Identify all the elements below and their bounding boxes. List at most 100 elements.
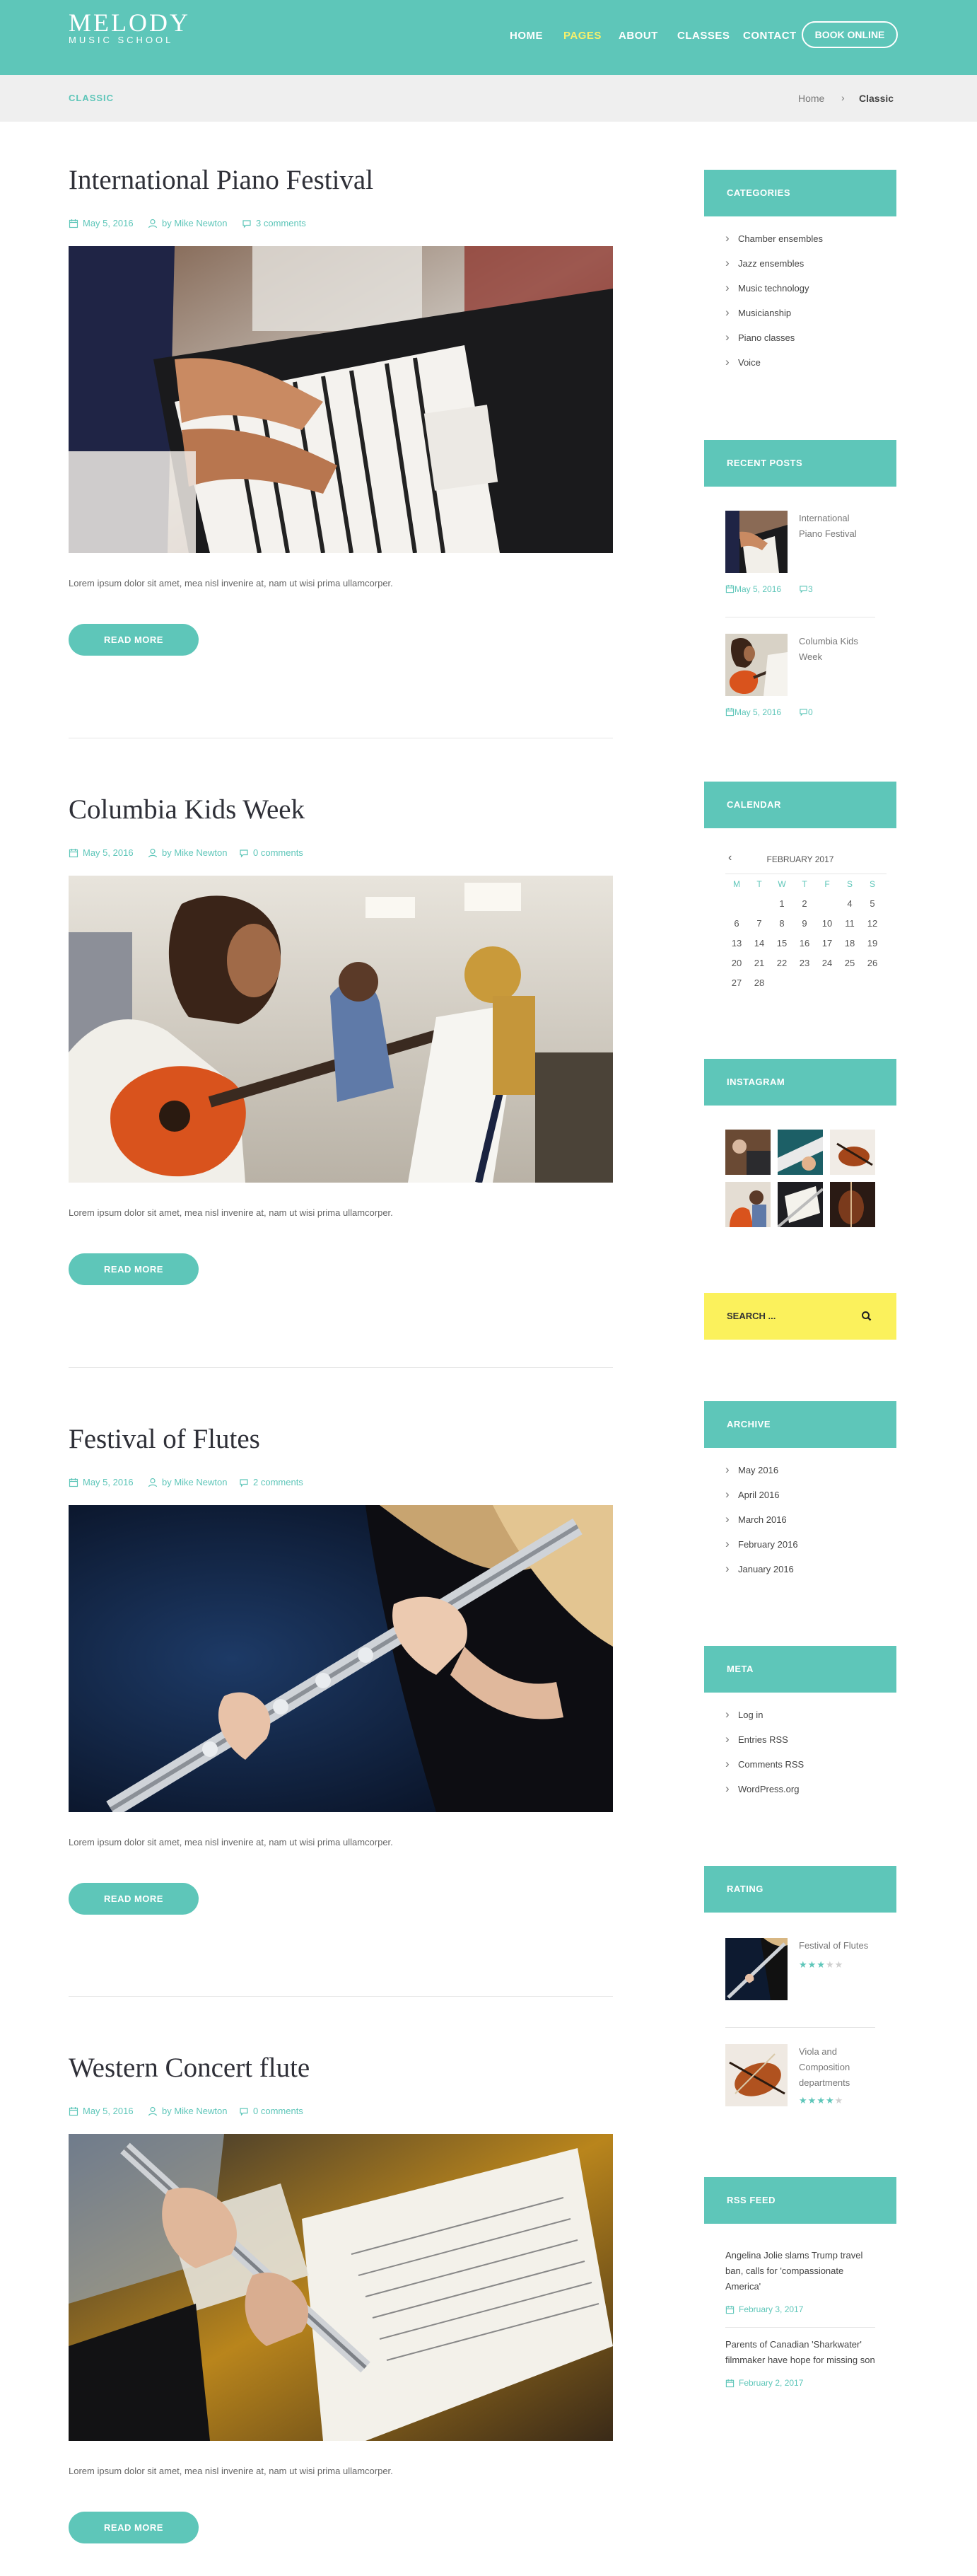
post-comments[interactable]: 0 comments xyxy=(239,2106,303,2116)
recent-post-date[interactable]: May 5, 2016 xyxy=(725,584,781,594)
piano-photo xyxy=(69,246,613,553)
recent-post-comments[interactable]: 3 xyxy=(799,584,813,594)
archive-link[interactable]: January 2016 xyxy=(725,1562,896,1589)
post-image-piano[interactable] xyxy=(69,246,613,553)
calendar-day[interactable]: 22 xyxy=(771,953,793,973)
instagram-photo[interactable] xyxy=(725,1182,771,1227)
read-more-button[interactable]: READ MORE xyxy=(69,1883,199,1915)
breadcrumb-home-link[interactable]: Home xyxy=(798,93,824,104)
book-online-button[interactable]: BOOK ONLINE xyxy=(802,21,898,48)
post-author[interactable]: by Mike Newton xyxy=(148,1477,227,1487)
calendar-day[interactable]: 2 xyxy=(793,894,816,914)
wordpress-link[interactable]: WordPress.org xyxy=(725,1782,896,1809)
calendar-day[interactable]: 9 xyxy=(793,914,816,934)
nav-classes[interactable]: CLASSES xyxy=(677,30,730,42)
category-link[interactable]: Music technology xyxy=(725,281,896,308)
calendar-day[interactable]: 11 xyxy=(838,914,861,934)
rating-post-title[interactable]: Festival of Flutes xyxy=(799,1938,875,1954)
post-date[interactable]: May 5, 2016 xyxy=(69,218,134,228)
calendar-day[interactable]: 21 xyxy=(748,953,771,973)
recent-post-title[interactable]: Columbia Kids Week xyxy=(799,634,875,665)
calendar-day[interactable]: 4 xyxy=(838,894,861,914)
search-input[interactable]: SEARCH ... xyxy=(704,1293,896,1340)
calendar-day[interactable]: 16 xyxy=(793,934,816,953)
archive-link[interactable]: February 2016 xyxy=(725,1537,896,1564)
calendar-day[interactable]: 13 xyxy=(725,934,748,953)
archive-link[interactable]: March 2016 xyxy=(725,1512,896,1539)
post-title[interactable]: Festival of Flutes xyxy=(69,1423,613,1456)
post-comments[interactable]: 0 comments xyxy=(239,847,303,858)
post-author[interactable]: by Mike Newton xyxy=(148,847,227,858)
read-more-button[interactable]: READ MORE xyxy=(69,624,199,656)
post-comments[interactable]: 2 comments xyxy=(239,1477,303,1487)
category-link[interactable]: Voice xyxy=(725,355,896,382)
category-link[interactable]: Piano classes xyxy=(725,330,896,357)
calendar-day[interactable]: 7 xyxy=(748,914,771,934)
post-author[interactable]: by Mike Newton xyxy=(148,2106,227,2116)
post-author[interactable]: by Mike Newton xyxy=(148,218,227,228)
instagram-photo[interactable] xyxy=(830,1182,875,1227)
calendar-day[interactable]: 27 xyxy=(725,973,748,993)
recent-post-thumbnail[interactable] xyxy=(725,634,788,696)
archive-link[interactable]: April 2016 xyxy=(725,1487,896,1514)
post-image-concert-flute[interactable] xyxy=(69,2134,613,2441)
post-image-flute[interactable] xyxy=(69,1505,613,1812)
calendar-day-today[interactable]: 3 xyxy=(816,894,838,914)
calendar-day[interactable]: 20 xyxy=(725,953,748,973)
star-filled-icon: ★ xyxy=(825,2095,835,2106)
instagram-photo[interactable] xyxy=(778,1130,823,1175)
post-comments[interactable]: 3 comments xyxy=(242,218,306,228)
rating-post-title[interactable]: Viola and Composition departments xyxy=(799,2044,875,2091)
calendar-day[interactable]: 6 xyxy=(725,914,748,934)
instagram-photo[interactable] xyxy=(830,1130,875,1175)
comments-rss-link[interactable]: Comments RSS xyxy=(725,1757,896,1784)
post-date[interactable]: May 5, 2016 xyxy=(69,847,134,858)
calendar-day[interactable]: 26 xyxy=(861,953,884,973)
category-link[interactable]: Musicianship xyxy=(725,306,896,332)
post-title[interactable]: Western Concert flute xyxy=(69,2052,613,2084)
calendar-day[interactable]: 5 xyxy=(861,894,884,914)
calendar-day[interactable]: 23 xyxy=(793,953,816,973)
calendar-day[interactable]: 17 xyxy=(816,934,838,953)
post-date-text: May 5, 2016 xyxy=(83,2106,134,2116)
calendar-day[interactable]: 10 xyxy=(816,914,838,934)
nav-contact[interactable]: CONTACT xyxy=(743,30,797,42)
calendar-day[interactable]: 24 xyxy=(816,953,838,973)
calendar-day[interactable]: 12 xyxy=(861,914,884,934)
read-more-button[interactable]: READ MORE xyxy=(69,1253,199,1285)
post-image-guitar[interactable] xyxy=(69,876,613,1183)
category-link[interactable]: Chamber ensembles xyxy=(725,231,896,258)
nav-about[interactable]: ABOUT xyxy=(619,30,658,42)
post-title[interactable]: International Piano Festival xyxy=(69,164,613,197)
calendar-day[interactable]: 19 xyxy=(861,934,884,953)
calendar-day[interactable]: 8 xyxy=(771,914,793,934)
site-logo[interactable]: MELODY MUSIC SCHOOL xyxy=(69,10,190,45)
calendar-day[interactable]: 14 xyxy=(748,934,771,953)
recent-post-title[interactable]: International Piano Festival xyxy=(799,511,875,542)
recent-post-date[interactable]: May 5, 2016 xyxy=(725,707,781,717)
post-title[interactable]: Columbia Kids Week xyxy=(69,794,613,826)
instagram-photo[interactable] xyxy=(725,1130,771,1175)
rss-item-title[interactable]: Parents of Canadian 'Sharkwater' filmmak… xyxy=(725,2337,875,2368)
read-more-button[interactable]: READ MORE xyxy=(69,2512,199,2543)
search-icon[interactable] xyxy=(860,1310,873,1323)
rss-item-title[interactable]: Angelina Jolie slams Trump travel ban, c… xyxy=(725,2248,875,2294)
login-link[interactable]: Log in xyxy=(725,1707,896,1734)
calendar-day[interactable]: 25 xyxy=(838,953,861,973)
category-link[interactable]: Jazz ensembles xyxy=(725,256,896,283)
post-date[interactable]: May 5, 2016 xyxy=(69,1477,134,1487)
recent-post-thumbnail[interactable] xyxy=(725,511,788,573)
calendar-day[interactable]: 15 xyxy=(771,934,793,953)
entries-rss-link[interactable]: Entries RSS xyxy=(725,1732,896,1759)
calendar-day[interactable]: 1 xyxy=(771,894,793,914)
calendar-day[interactable]: 18 xyxy=(838,934,861,953)
rating-thumbnail[interactable] xyxy=(725,2044,788,2106)
rating-thumbnail[interactable] xyxy=(725,1938,788,2000)
instagram-photo[interactable] xyxy=(778,1182,823,1227)
nav-pages[interactable]: PAGES xyxy=(563,30,602,42)
archive-link[interactable]: May 2016 xyxy=(725,1463,896,1490)
recent-post-comments[interactable]: 0 xyxy=(799,707,813,717)
calendar-day[interactable]: 28 xyxy=(748,973,771,993)
nav-home[interactable]: HOME xyxy=(510,30,543,42)
post-date[interactable]: May 5, 2016 xyxy=(69,2106,134,2116)
